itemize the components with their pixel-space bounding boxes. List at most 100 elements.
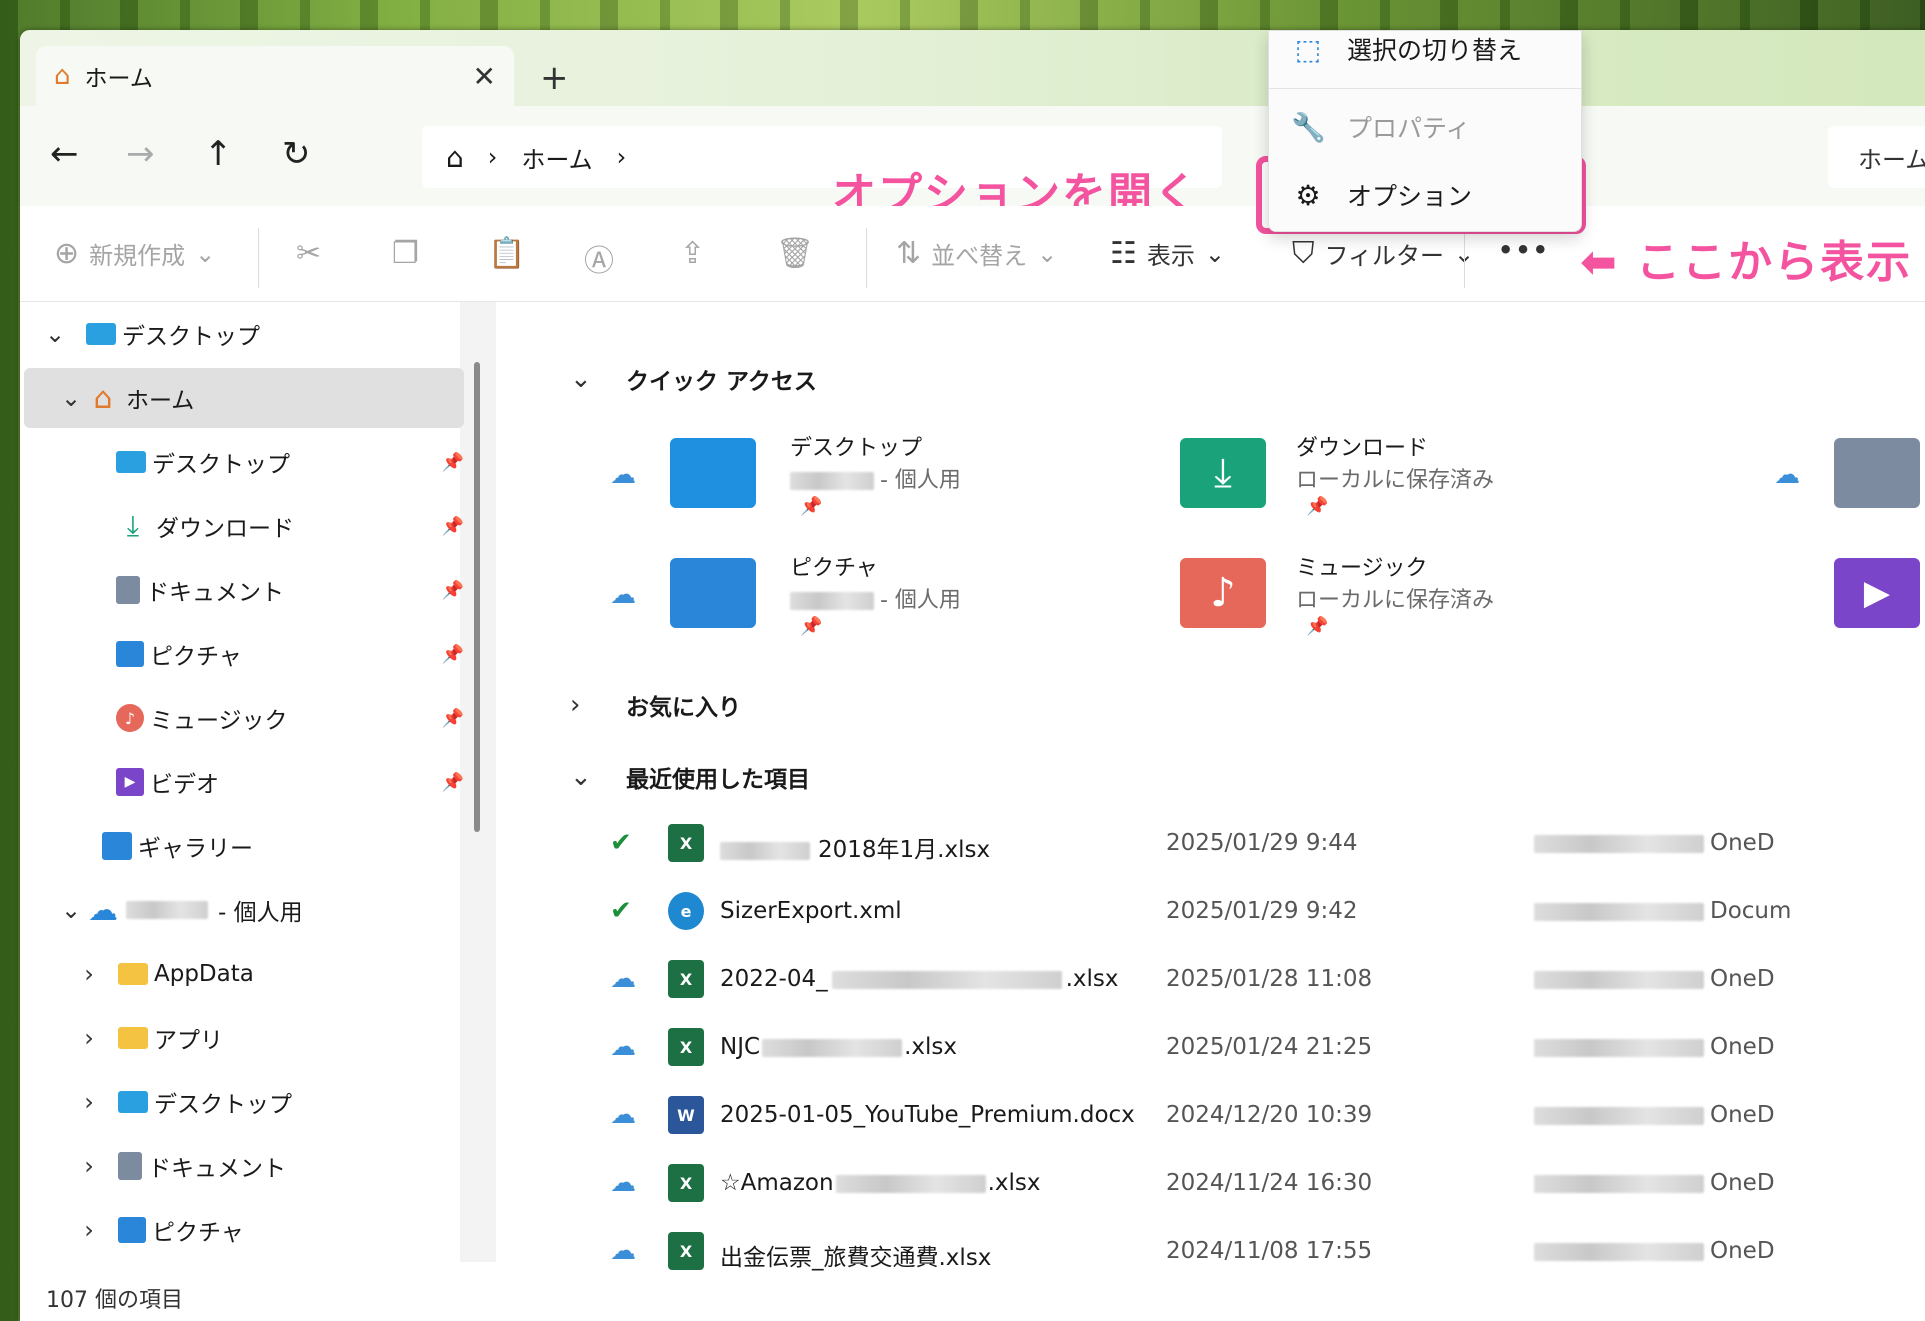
pin-icon[interactable]: 📌 — [442, 516, 464, 537]
chevron-down-icon[interactable]: ⌄ — [570, 762, 592, 792]
recent-file-row[interactable]: ✔ e SizerExport.xml 2025/01/29 9:42 Docu… — [610, 884, 1925, 940]
chevron-down-icon: ⌄ — [1037, 239, 1058, 268]
file-date: 2025/01/28 11:08 — [1166, 966, 1373, 992]
chevron-down-icon[interactable]: ⌄ — [56, 384, 86, 412]
recent-file-row[interactable]: ☁ X 出金伝票_旅費交通費.xlsx 2024/11/08 17:55 One… — [610, 1224, 1925, 1280]
file-name: 出金伝票_旅費交通費.xlsx — [720, 1245, 992, 1271]
chevron-down-icon[interactable]: ⌄ — [40, 320, 70, 348]
menu-item-properties[interactable]: 🔧 プロパティ — [1291, 109, 1471, 145]
menu-item-options[interactable]: ⚙ オプション — [1291, 177, 1472, 213]
recent-file-row[interactable]: ☁ X 2022-04_ .xlsx 2025/01/28 11:08 OneD — [610, 952, 1925, 1008]
sidebar-item-onedrive-pictures[interactable]: › ピクチャ — [74, 1200, 454, 1260]
sidebar-item-label: ダウンロード — [156, 516, 294, 542]
recent-file-row[interactable]: ☁ W 2025-01-05_YouTube_Premium.docx 2024… — [610, 1088, 1925, 1144]
chevron-right-icon[interactable]: › — [74, 1152, 104, 1180]
paste-button[interactable]: 📋 — [488, 236, 525, 271]
sidebar-item-apps[interactable]: › アプリ — [74, 1008, 454, 1068]
sidebar-item-pictures[interactable]: ピクチャ 📌 — [116, 624, 464, 684]
cut-button[interactable]: ✂ — [296, 236, 321, 271]
rename-button[interactable]: Ⓐ — [584, 236, 614, 280]
chevron-down-icon[interactable]: ⌄ — [56, 896, 86, 924]
pin-icon[interactable]: 📌 — [442, 452, 464, 473]
section-quick-access[interactable]: ⌄ クイック アクセス — [570, 362, 817, 396]
cloud-status-icon: ☁ — [610, 1236, 636, 1266]
view-button[interactable]: ☷ 表示 ⌄ — [1110, 236, 1225, 271]
chevron-down-icon[interactable]: ⌄ — [570, 364, 592, 394]
chevron-right-icon[interactable]: › — [74, 1216, 104, 1244]
cloud-status-icon: ☁ — [610, 1168, 636, 1198]
new-button[interactable]: ⊕ 新規作成 ⌄ — [54, 236, 215, 271]
pin-icon[interactable]: 📌 — [442, 580, 464, 601]
trash-icon: 🗑 — [776, 236, 815, 271]
more-options-button[interactable]: ••• — [1498, 236, 1550, 264]
share-button[interactable]: ⇪ — [680, 236, 705, 271]
menu-item-toggle-selection[interactable]: ⬚ 選択の切り替え — [1291, 31, 1522, 67]
select-toggle-icon: ⬚ — [1294, 32, 1322, 66]
sidebar-item-videos[interactable]: ▶ ビデオ 📌 — [116, 752, 464, 812]
chevron-right-icon[interactable]: › — [74, 1088, 104, 1116]
edge-file-icon: e — [668, 892, 704, 930]
file-date: 2024/11/24 16:30 — [1166, 1170, 1373, 1196]
pin-icon[interactable]: 📌 — [442, 772, 464, 793]
quick-access-videos-partial[interactable]: ▶ — [1834, 550, 1924, 660]
section-favorites[interactable]: › お気に入り — [570, 688, 741, 722]
documents-folder-icon — [1834, 438, 1920, 508]
section-recent[interactable]: ⌄ 最近使用した項目 — [570, 760, 810, 794]
clipboard-icon: 📋 — [488, 236, 526, 271]
cloud-status-icon: ☁ — [610, 964, 636, 994]
pin-icon[interactable]: 📌 — [442, 708, 464, 729]
sidebar-scrollbar-thumb[interactable] — [474, 362, 480, 832]
search-input[interactable]: ホーム — [1828, 126, 1925, 188]
home-icon: ⌂ — [54, 61, 71, 91]
forward-button[interactable]: → — [126, 134, 155, 174]
chevron-down-icon: ⌄ — [195, 239, 216, 268]
recent-file-row[interactable]: ☁ X ☆Amazon .xlsx 2024/11/24 16:30 OneD — [610, 1156, 1925, 1212]
new-tab-button[interactable]: + — [540, 58, 569, 98]
filter-button[interactable]: ⛉ フィルター ⌄ — [1292, 236, 1474, 271]
breadcrumb-home[interactable]: ホーム — [521, 140, 592, 175]
cloud-status-icon: ☁ — [610, 580, 636, 610]
quick-access-desktop[interactable]: ☁ デスクトップ - 個人用 📌 — [610, 430, 1130, 540]
sidebar-item-downloads[interactable]: ⤓ ダウンロード 📌 — [116, 496, 464, 556]
sidebar-item-gallery[interactable]: ギャラリー — [102, 816, 442, 876]
quick-access-pictures[interactable]: ☁ ピクチャ - 個人用 📌 — [610, 550, 1130, 660]
cloud-status-icon: ☁ — [610, 460, 636, 490]
tab-title: ホーム — [84, 66, 153, 92]
recent-file-row[interactable]: ☁ X NJC .xlsx 2025/01/24 21:25 OneD — [610, 1020, 1925, 1076]
sidebar-item-desktop-root[interactable]: ⌄ デスクトップ — [40, 304, 450, 364]
refresh-button[interactable]: ↻ — [282, 134, 311, 174]
quick-access-music[interactable]: ♪ ミュージック ローカルに保存済み 📌 — [1180, 550, 1700, 660]
delete-button[interactable]: 🗑 — [776, 236, 814, 271]
sidebar-item-onedrive-documents[interactable]: › ドキュメント — [74, 1136, 454, 1196]
sidebar-item-appdata[interactable]: › AppData — [74, 944, 454, 1004]
up-button[interactable]: ↑ — [204, 134, 233, 174]
quick-access-documents-partial[interactable]: ☁ — [1774, 430, 1924, 540]
breadcrumb-separator[interactable]: › — [488, 143, 498, 171]
breadcrumb-separator[interactable]: › — [617, 143, 627, 171]
sidebar-item-onedrive[interactable]: ⌄ ☁ - 個人用 — [56, 880, 456, 940]
pin-icon[interactable]: 📌 — [442, 644, 464, 665]
chevron-right-icon[interactable]: › — [570, 690, 590, 720]
onedrive-icon: ☁ — [88, 892, 118, 928]
copy-button[interactable]: ❐ — [392, 236, 419, 271]
sidebar-item-documents[interactable]: ドキュメント 📌 — [116, 560, 464, 620]
tab-home[interactable]: ⌂ ホーム ✕ — [36, 46, 514, 106]
sidebar-item-onedrive-desktop[interactable]: › デスクトップ — [74, 1072, 454, 1132]
sidebar-item-music[interactable]: ♪ ミュージック 📌 — [116, 688, 464, 748]
sidebar-item-home[interactable]: ⌄ ⌂ ホーム — [24, 368, 464, 428]
annotation-show-from-here: ⬅ ここから表示 — [1580, 237, 1913, 288]
back-button[interactable]: ← — [50, 134, 79, 174]
sort-button[interactable]: ⇅ 並べ替え ⌄ — [896, 236, 1057, 271]
recent-file-row[interactable]: ✔ X 2018年1月.xlsx 2025/01/29 9:44 OneD — [610, 816, 1925, 872]
excel-file-icon: X — [668, 1232, 704, 1270]
toolbar-divider — [1464, 228, 1465, 288]
chevron-right-icon[interactable]: › — [74, 960, 104, 988]
menu-item-label: オプション — [1347, 182, 1473, 211]
sidebar-item-desktop[interactable]: デスクトップ 📌 — [116, 432, 464, 492]
file-location: OneD — [1534, 1170, 1775, 1196]
quick-access-downloads[interactable]: ⤓ ダウンロード ローカルに保存済み 📌 — [1180, 430, 1700, 540]
gear-icon: ⚙ — [1295, 178, 1321, 212]
close-tab-icon[interactable]: ✕ — [473, 60, 496, 93]
chevron-right-icon[interactable]: › — [74, 1024, 104, 1052]
home-icon: ⌂ — [93, 380, 113, 416]
